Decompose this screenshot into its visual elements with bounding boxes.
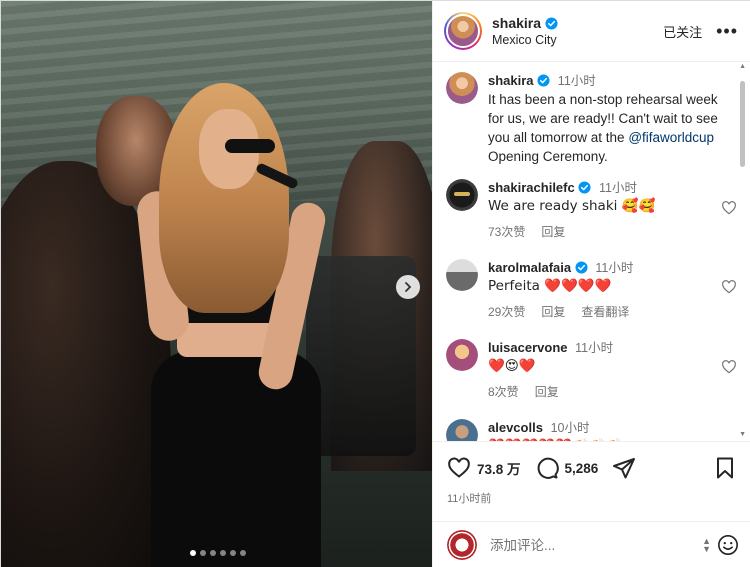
likes-count: 73.8 万 (477, 462, 521, 477)
comment-time: 11小时 (598, 181, 637, 195)
see-translation-link[interactable]: 查看翻译 (581, 303, 629, 321)
reply-button[interactable]: 回复 (541, 303, 565, 321)
verified-badge-icon (537, 74, 550, 87)
share-button[interactable] (612, 456, 636, 480)
input-resize-handle[interactable]: ▲ ▼ (702, 537, 711, 554)
author-username[interactable]: shakira (492, 15, 541, 31)
action-bar: 73.8 万 5,286 11小时前 (433, 441, 750, 521)
comment-input[interactable] (490, 537, 703, 553)
scroll-down-arrow[interactable]: ▼ (739, 431, 746, 438)
reply-button[interactable]: 回复 (541, 223, 565, 241)
share-icon (613, 458, 636, 479)
caption-time: 11小时 (557, 74, 596, 88)
heart-icon[interactable] (721, 359, 737, 375)
carousel-dot[interactable] (210, 550, 216, 556)
comment-item: karolmalafaia 11小时 Perfeita ❤️❤️❤️❤️ 29次… (446, 259, 736, 321)
comment-likes[interactable]: 8次赞 (488, 383, 519, 401)
comment-username[interactable]: karolmalafaia (488, 260, 571, 275)
singer-pants (151, 351, 321, 567)
comment-item: luisacervone 11小时 ❤️😍❤️ 8次赞 回复 (446, 339, 736, 401)
current-user-avatar[interactable] (447, 530, 477, 560)
comment-text: Perfeita ❤️❤️❤️❤️ (488, 278, 612, 294)
reply-button[interactable]: 回复 (535, 383, 559, 401)
comment-text: We are ready shaki 🥰🥰 (488, 198, 656, 214)
heart-icon[interactable] (721, 200, 737, 216)
comment-icon (537, 457, 559, 479)
comments-count: 5,286 (564, 460, 599, 476)
verified-badge-icon (575, 261, 588, 274)
scrollbar-thumb[interactable] (740, 81, 745, 167)
caption-username[interactable]: shakira (488, 73, 534, 88)
mention-link[interactable]: @fifaworldcup (628, 130, 714, 145)
comment-likes[interactable]: 29次赞 (488, 303, 525, 321)
carousel-dot[interactable] (220, 550, 226, 556)
caption-body-end: Opening Ceremony. (488, 149, 608, 164)
post-caption: shakira 11小时 It has been a non-stop rehe… (446, 72, 736, 166)
comment-username[interactable]: luisacervone (488, 340, 568, 355)
comments-list[interactable]: shakira 11小时 It has been a non-stop rehe… (433, 62, 750, 441)
heart-icon[interactable] (721, 279, 737, 295)
avatar[interactable] (446, 419, 478, 441)
bookmark-icon (717, 457, 733, 479)
comment-likes[interactable]: 73次赞 (488, 223, 525, 241)
comment-time: 10小时 (550, 421, 590, 435)
avatar[interactable] (446, 339, 478, 371)
carousel-dot[interactable] (190, 550, 196, 556)
verified-badge-icon (578, 181, 591, 194)
comment-time: 11小时 (595, 261, 634, 275)
carousel-dot[interactable] (200, 550, 206, 556)
comment-time: 11小时 (575, 341, 614, 355)
comment-item: alevcolls 10小时 ❤️❤️❤️❤️❤️👏👏👏 (446, 419, 736, 441)
more-options-icon[interactable]: ••• (716, 22, 738, 40)
post-header: shakira Mexico City 已关注 ••• (433, 1, 750, 62)
add-comment-bar: ▲▼ (433, 521, 750, 567)
scroll-up-arrow[interactable]: ▲ (739, 63, 746, 70)
like-button[interactable]: 73.8 万 (447, 456, 535, 480)
avatar[interactable] (446, 259, 478, 291)
avatar[interactable] (446, 179, 478, 211)
carousel-dot[interactable] (240, 550, 246, 556)
heart-icon (448, 457, 470, 478)
chevron-right-icon (405, 282, 412, 292)
emoji-icon[interactable] (717, 534, 739, 556)
verified-badge-icon (545, 16, 558, 30)
carousel-dots (190, 550, 246, 556)
next-slide-button[interactable] (396, 275, 420, 299)
carousel-dot[interactable] (230, 550, 236, 556)
comment-button[interactable]: 5,286 (535, 456, 613, 480)
author-avatar[interactable] (444, 12, 482, 50)
save-button[interactable] (713, 456, 737, 480)
comment-username[interactable]: shakirachilefc (488, 180, 575, 195)
posted-time[interactable]: 11小时前 (447, 490, 737, 506)
post-photo[interactable] (1, 1, 432, 567)
sunglasses (225, 139, 275, 153)
post-location[interactable]: Mexico City (492, 33, 663, 47)
avatar[interactable] (446, 72, 478, 104)
following-button[interactable]: 已关注 (663, 22, 702, 41)
post-side-panel: shakira Mexico City 已关注 ••• shakira 11小时… (432, 1, 750, 567)
caption-text: It has been a non-stop rehearsal week fo… (488, 90, 736, 166)
comment-username[interactable]: alevcolls (488, 420, 543, 435)
comment-text: ❤️😍❤️ (488, 358, 536, 374)
comment-item: shakirachilefc 11小时 We are ready shaki 🥰… (446, 179, 736, 241)
post-modal: shakira Mexico City 已关注 ••• shakira 11小时… (0, 0, 750, 567)
